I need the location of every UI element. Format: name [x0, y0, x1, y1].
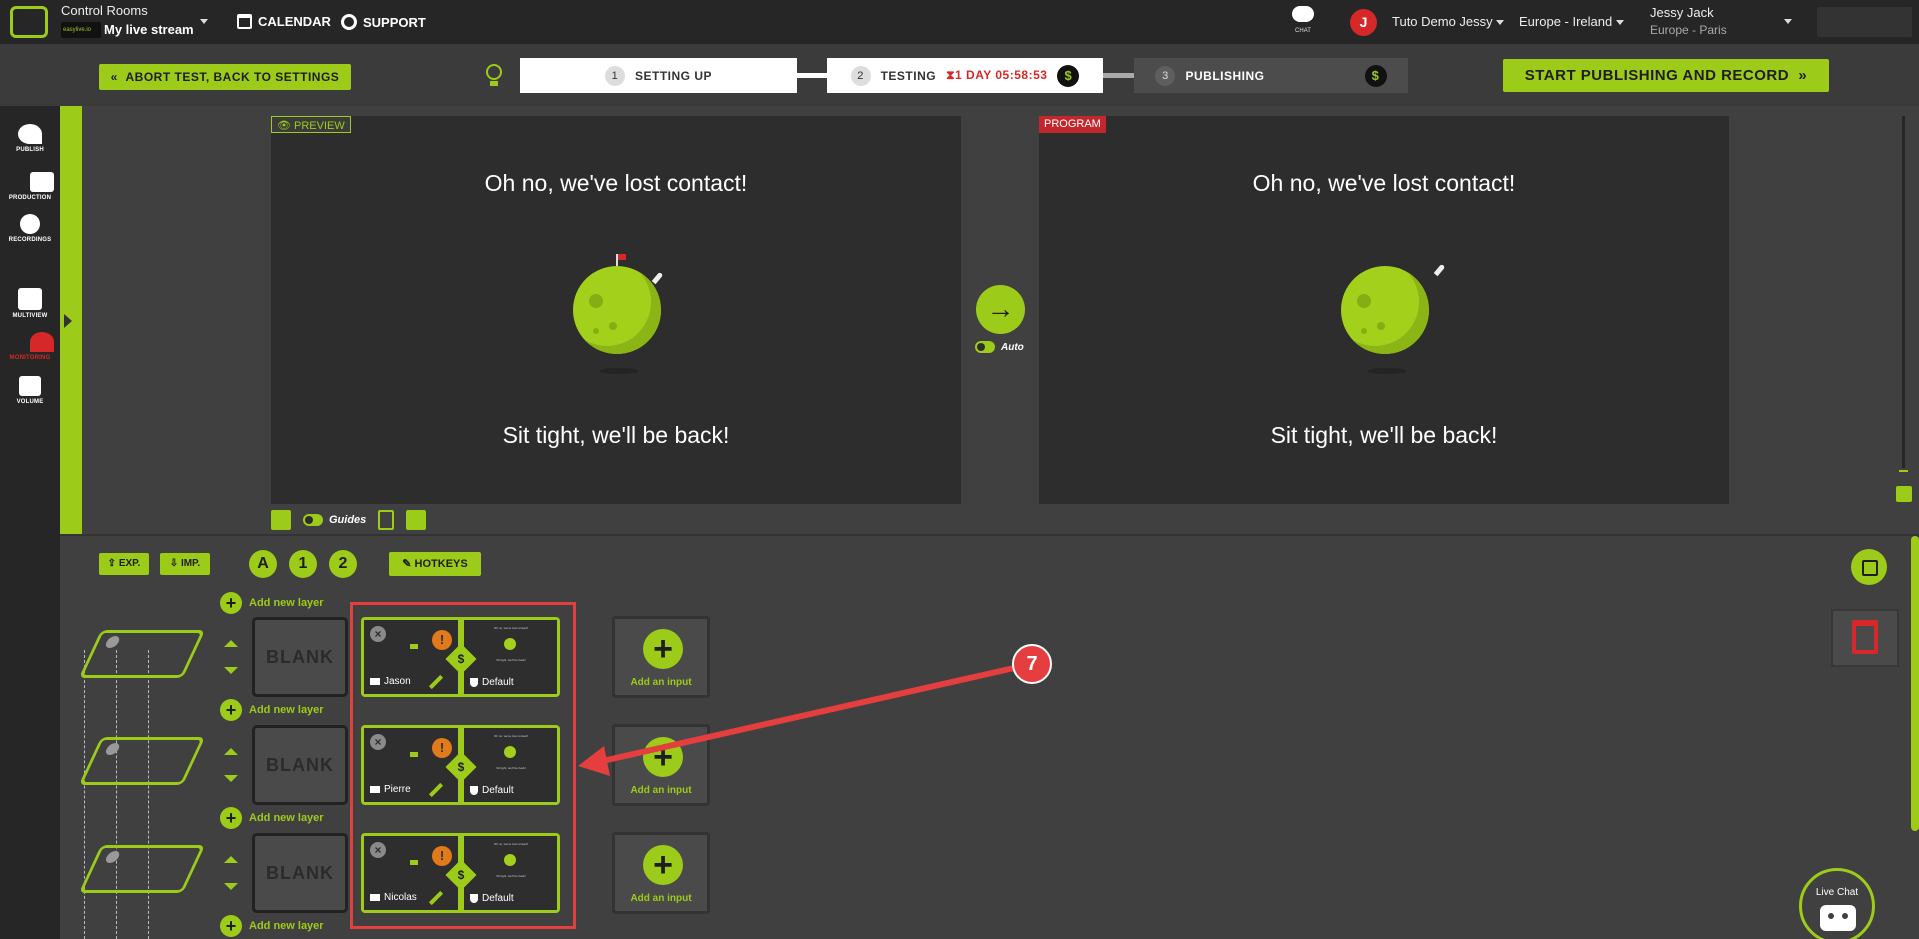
annotation-callout: 7: [1012, 644, 1052, 684]
live-chat-button[interactable]: Live Chat: [1799, 868, 1875, 939]
annotation-arrow: [578, 665, 1015, 776]
robot-icon: [1820, 905, 1856, 931]
scrollbar[interactable]: [1911, 536, 1919, 831]
